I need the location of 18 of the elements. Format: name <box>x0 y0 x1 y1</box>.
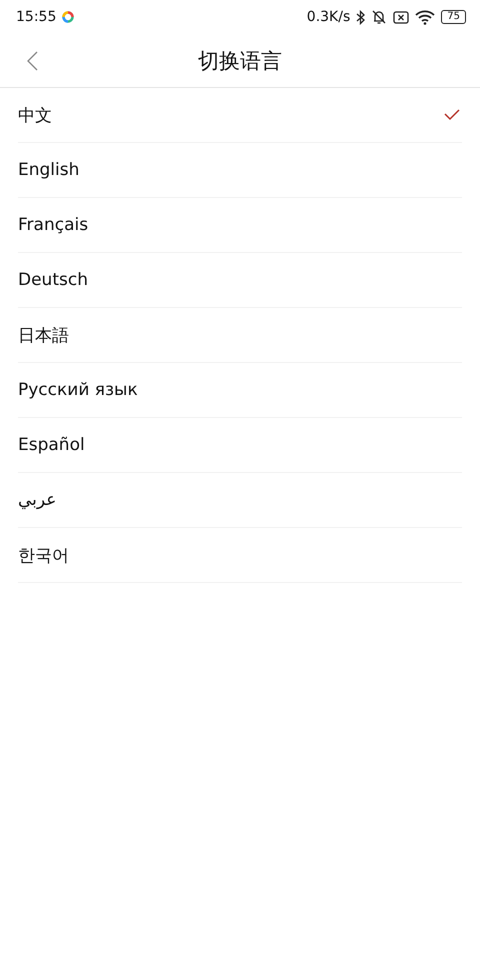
wifi-icon <box>415 10 436 24</box>
language-option[interactable]: 中文 <box>18 88 462 143</box>
sim-x-icon <box>393 10 410 24</box>
language-option[interactable]: 한국어 <box>18 528 462 583</box>
bluetooth-icon <box>356 10 366 24</box>
page-title: 切换语言 <box>198 48 282 74</box>
network-speed: 0.3K/s <box>306 9 350 25</box>
battery-indicator: 75 <box>441 10 466 24</box>
app-icon <box>62 11 74 23</box>
language-option[interactable]: Français <box>18 198 462 253</box>
bell-off-icon <box>371 9 388 25</box>
status-time: 15:55 <box>16 9 56 25</box>
language-option[interactable]: Español <box>18 418 462 473</box>
language-option[interactable]: 日本語 <box>18 308 462 363</box>
language-option[interactable]: عربي <box>18 473 462 528</box>
language-option[interactable]: Русский язык <box>18 363 462 418</box>
language-option[interactable]: English <box>18 143 462 198</box>
language-option[interactable]: Deutsch <box>18 253 462 308</box>
